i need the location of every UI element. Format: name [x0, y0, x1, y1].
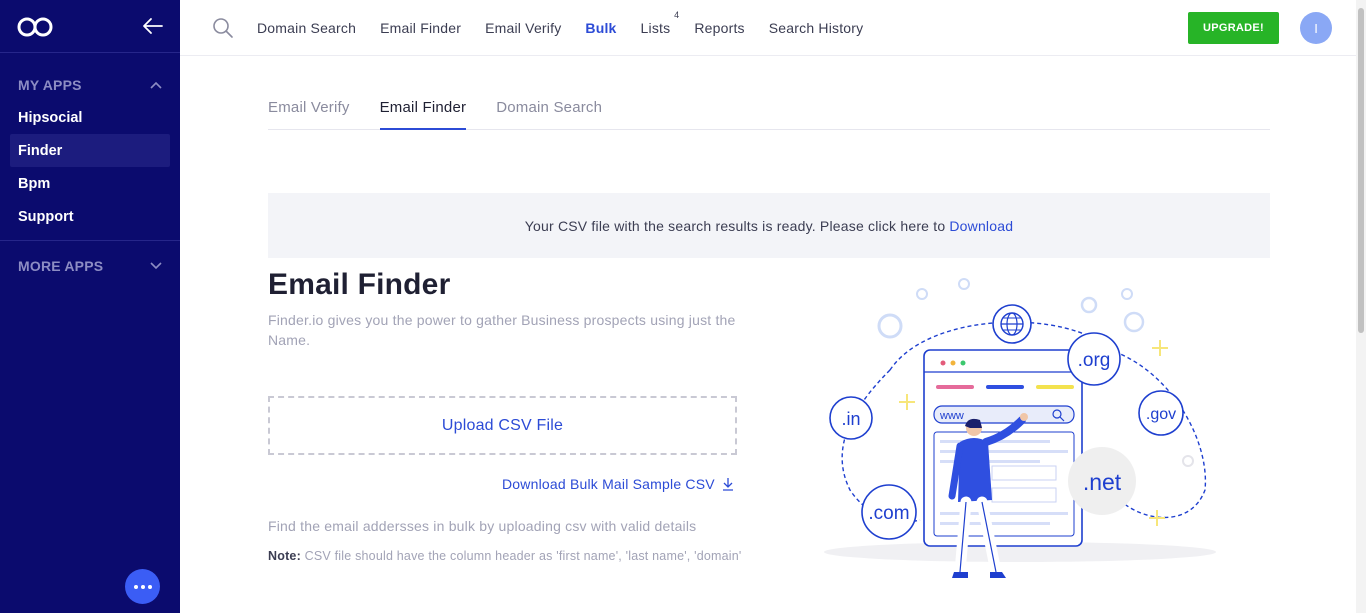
- sidebar-item-label: Bpm: [18, 175, 51, 192]
- scrollbar-thumb[interactable]: [1358, 8, 1364, 333]
- avatar[interactable]: I: [1300, 12, 1332, 44]
- domain-badge-org: .org: [1078, 350, 1111, 371]
- chevron-up-icon: [150, 81, 162, 89]
- domain-badge-net: .net: [1083, 469, 1122, 495]
- search-icon[interactable]: [212, 17, 234, 39]
- sidebar-divider: [0, 240, 180, 241]
- sidebar-item-finder[interactable]: Finder: [10, 134, 170, 167]
- upgrade-button[interactable]: UPGRADE!: [1188, 12, 1279, 44]
- tab-email-finder[interactable]: Email Finder: [379, 90, 467, 130]
- download-icon: [722, 478, 733, 491]
- page-title: Email Finder: [268, 268, 451, 301]
- sidebar-header: [0, 0, 180, 53]
- domain-badge-com: .com: [868, 503, 909, 524]
- nav-lists-label: Lists: [640, 20, 671, 36]
- my-apps-section: MY APPS Hipsocial Finder Bpm Support: [0, 70, 180, 233]
- domain-badge-in: .in: [841, 409, 860, 429]
- logo-icon[interactable]: [17, 16, 53, 38]
- tab-email-verify[interactable]: Email Verify: [268, 90, 350, 130]
- more-apps-title: MORE APPS: [18, 258, 104, 274]
- note-text: CSV file should have the column header a…: [304, 549, 742, 563]
- sidebar: MY APPS Hipsocial Finder Bpm Support MOR…: [0, 0, 180, 613]
- app-root: MY APPS Hipsocial Finder Bpm Support MOR…: [0, 0, 1366, 613]
- nav-email-finder[interactable]: Email Finder: [380, 20, 461, 36]
- nav-search-history[interactable]: Search History: [769, 20, 864, 36]
- sidebar-item-hipsocial[interactable]: Hipsocial: [10, 101, 170, 134]
- more-apps-toggle[interactable]: MORE APPS: [0, 251, 180, 281]
- upload-csv-button[interactable]: Upload CSV File: [268, 396, 737, 455]
- page-description: Finder.io gives you the power to gather …: [268, 312, 736, 348]
- csv-note: Note: CSV file should have the column he…: [268, 546, 748, 566]
- top-navigation: Domain Search Email Finder Email Verify …: [180, 0, 1356, 56]
- upload-csv-label: Upload CSV File: [441, 416, 564, 434]
- sidebar-item-label: Finder: [18, 142, 63, 159]
- tool-tabs: Email Verify Email Finder Domain Search: [268, 90, 1270, 130]
- illustration-url-text: www: [939, 410, 964, 422]
- domain-badge-gov: .gov: [1146, 406, 1176, 423]
- nav-links: Domain Search Email Finder Email Verify …: [257, 0, 887, 56]
- lists-count-badge: 4: [674, 10, 680, 20]
- dot-icon: [133, 584, 138, 589]
- download-sample-csv-link[interactable]: Download Bulk Mail Sample CSV: [502, 476, 734, 492]
- my-apps-title: MY APPS: [18, 77, 82, 93]
- tab-domain-search[interactable]: Domain Search: [496, 90, 602, 130]
- sidebar-item-label: Hipsocial: [18, 109, 83, 126]
- domain-search-illustration: www .org .in .gov .net .com: [824, 278, 1216, 578]
- download-link[interactable]: Download: [949, 218, 1013, 234]
- download-ready-banner: Your CSV file with the search results is…: [268, 193, 1270, 258]
- sidebar-item-label: Support: [18, 208, 74, 225]
- collapse-sidebar-icon[interactable]: [142, 15, 164, 37]
- nav-bulk[interactable]: Bulk: [585, 20, 616, 36]
- more-apps-section: MORE APPS: [0, 251, 180, 281]
- page-scrollbar[interactable]: [1356, 0, 1366, 613]
- nav-reports[interactable]: Reports: [694, 20, 744, 36]
- bulk-info-text: Find the email addersses in bulk by uplo…: [268, 518, 697, 534]
- banner-text: Your CSV file with the search results is…: [524, 217, 946, 234]
- sidebar-item-support[interactable]: Support: [10, 200, 170, 233]
- my-apps-toggle[interactable]: MY APPS: [0, 70, 180, 100]
- chat-more-button[interactable]: [125, 569, 160, 604]
- nav-email-verify[interactable]: Email Verify: [485, 20, 561, 36]
- sidebar-item-bpm[interactable]: Bpm: [10, 167, 170, 200]
- dot-icon: [140, 584, 145, 589]
- nav-lists[interactable]: Lists 4: [640, 10, 680, 36]
- chevron-down-icon: [150, 262, 162, 270]
- nav-domain-search[interactable]: Domain Search: [257, 20, 356, 36]
- dot-icon: [147, 584, 152, 589]
- sample-link-label: Download Bulk Mail Sample CSV: [502, 476, 715, 492]
- note-label: Note:: [268, 549, 301, 563]
